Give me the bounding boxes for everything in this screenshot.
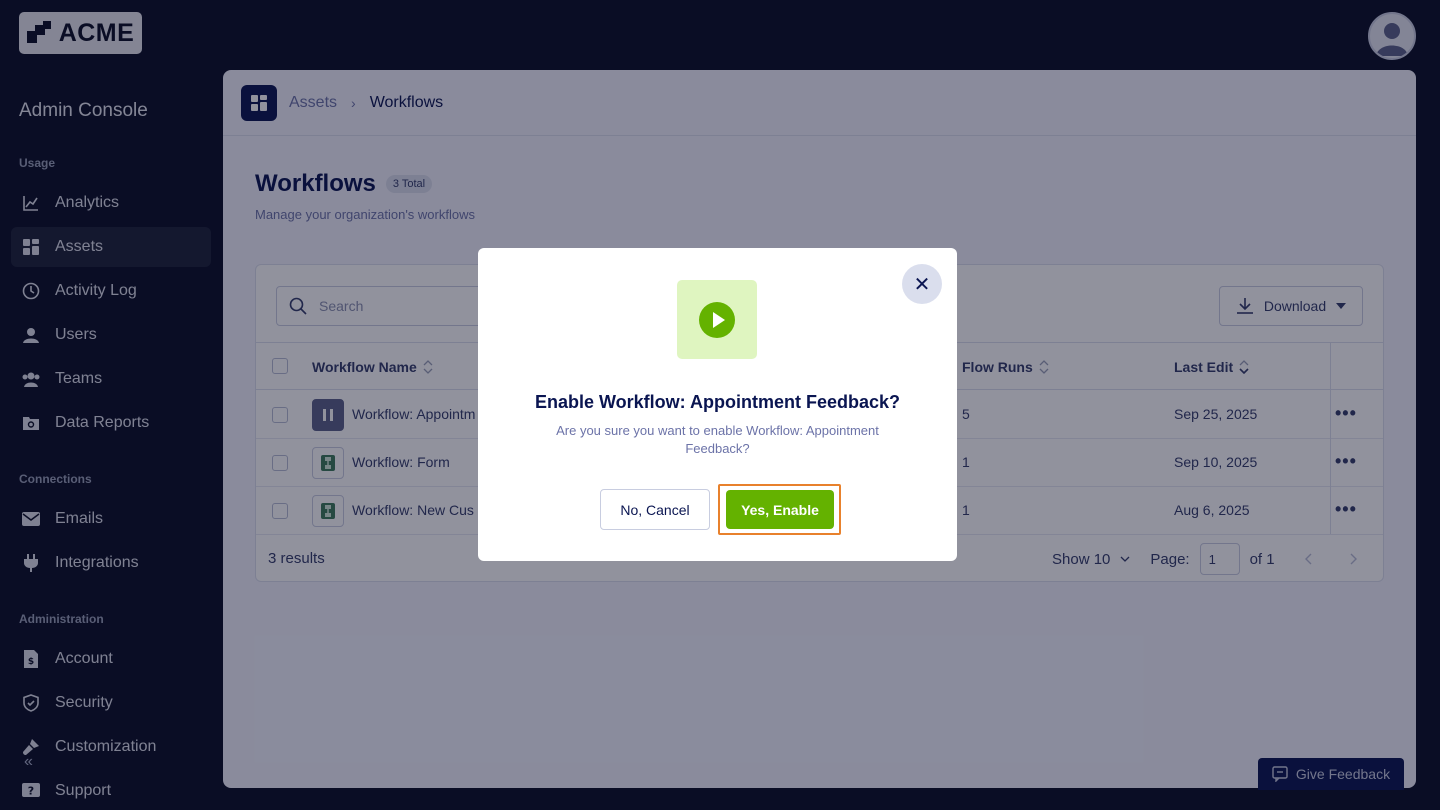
dialog-message: Are you sure you want to enable Workflow… <box>556 423 879 456</box>
enable-button[interactable]: Yes, Enable <box>726 490 834 529</box>
play-icon <box>677 280 757 359</box>
dialog-title: Enable Workflow: Appointment Feedback? <box>534 392 901 412</box>
cancel-button[interactable]: No, Cancel <box>600 489 710 530</box>
enable-workflow-dialog: ✕ Enable Workflow: Appointment Feedback?… <box>478 248 957 561</box>
close-icon[interactable]: ✕ <box>902 264 942 304</box>
